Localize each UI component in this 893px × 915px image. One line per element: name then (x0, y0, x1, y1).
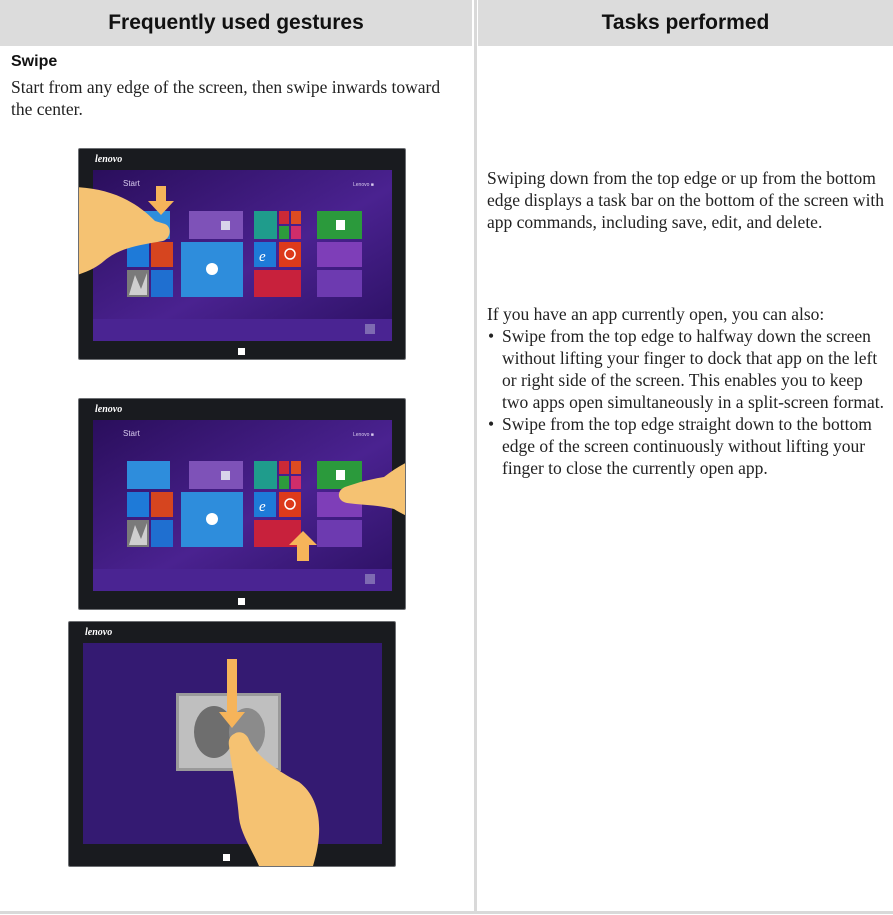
start-label: Start (123, 429, 141, 438)
finance-tile-icon (317, 520, 362, 547)
windows-button-icon (238, 348, 245, 355)
camera-tile-icon (291, 226, 301, 239)
trophy-tile-icon (317, 242, 362, 267)
windows-button-icon (223, 854, 230, 861)
user-name-icon: Lenovo ■ (353, 432, 374, 438)
gesture-description: Start from any edge of the screen, then … (11, 77, 441, 119)
mail-tile-icon (127, 461, 170, 489)
photos-tile-icon (254, 461, 277, 489)
finance-tile-icon (317, 270, 362, 297)
task-intro: Swiping down from the top edge or up fro… (487, 167, 887, 233)
photos-tile-icon (254, 211, 277, 239)
header-tasks-performed: Tasks performed (478, 0, 893, 46)
app-command-bar (93, 319, 392, 341)
music-tile-icon (291, 461, 301, 474)
ie-glyph-icon: e (259, 499, 266, 515)
lenovo-logo: lenovo (95, 154, 122, 165)
games-tile-icon (279, 226, 289, 239)
sun-icon (206, 263, 218, 275)
news-tile-icon (254, 270, 301, 297)
video-tile-icon (279, 461, 289, 474)
calendar-tile-icon (189, 211, 243, 239)
people-tile-icon (151, 492, 173, 517)
tablet-illustration-1: lenovo Start Lenovo ■ e (78, 148, 406, 360)
header-frequently-used-gestures: Frequently used gestures (0, 0, 472, 46)
start-screen-swipe-up: lenovo Start Lenovo ■ e (93, 404, 405, 605)
games-tile-icon (279, 476, 289, 489)
ie-glyph-icon: e (259, 249, 266, 265)
sun-icon (206, 513, 218, 525)
video-tile-icon (279, 211, 289, 224)
people-tile-icon (151, 242, 173, 267)
start-screen-swipe-down: lenovo Start Lenovo ■ e (79, 154, 392, 355)
onedrive-tile-icon (151, 270, 173, 297)
store-glyph-icon (336, 220, 345, 230)
command-bar-icon (365, 574, 375, 584)
lenovo-logo: lenovo (85, 627, 112, 638)
calendar-glyph-icon (221, 471, 230, 480)
gesture-title: Swipe (11, 53, 58, 70)
task-intro-text: Swiping down from the top edge or up fro… (487, 168, 885, 232)
bullet-close-app: Swipe from the top edge straight down to… (487, 413, 887, 479)
tablet-illustration-3: lenovo (68, 621, 396, 867)
tablet-illustration-2: lenovo Start Lenovo ■ e (78, 398, 406, 610)
task-bullet-list: Swipe from the top edge to halfway down … (487, 325, 887, 479)
music-tile-icon (291, 211, 301, 224)
store-glyph-icon (336, 470, 345, 480)
close-app-screen: lenovo (83, 627, 382, 866)
column-divider (474, 0, 477, 913)
calendar-glyph-icon (221, 221, 230, 230)
start-label: Start (123, 179, 141, 188)
help-tile-icon (279, 492, 301, 517)
onedrive-tile-icon (151, 520, 173, 547)
open-app-lead: If you have an app currently open, you c… (487, 304, 825, 324)
camera-tile-icon (291, 476, 301, 489)
user-name-icon: Lenovo ■ (353, 182, 374, 188)
help-tile-icon (279, 242, 301, 267)
command-bar-icon (365, 324, 375, 334)
app-command-bar (93, 569, 392, 591)
skype-tile-icon (127, 492, 149, 517)
table-bottom-border (0, 911, 893, 914)
bullet-dock-app: Swipe from the top edge to halfway down … (487, 325, 887, 413)
task-open-app: If you have an app currently open, you c… (487, 303, 887, 479)
windows-button-icon (238, 598, 245, 605)
lenovo-logo: lenovo (95, 404, 122, 415)
calendar-tile-icon (189, 461, 243, 489)
